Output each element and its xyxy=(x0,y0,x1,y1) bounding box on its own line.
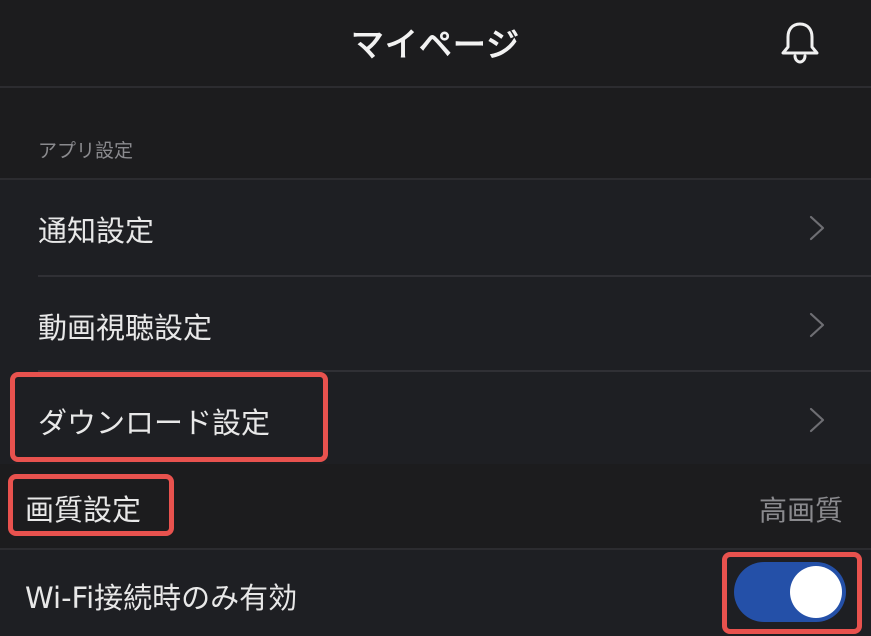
quality-label: 画質設定 xyxy=(25,493,142,527)
bell-icon[interactable] xyxy=(776,18,824,66)
chevron-right-icon xyxy=(809,407,825,433)
settings-item-wifi-only: Wi-Fi接続時のみ有効 xyxy=(0,550,871,636)
chevron-right-icon xyxy=(809,215,825,241)
settings-item-video-viewing[interactable]: 動画視聴設定 xyxy=(0,277,871,371)
toggle-knob xyxy=(790,566,842,618)
chevron-right-icon xyxy=(809,312,825,338)
header-bar: マイページ xyxy=(0,0,871,88)
section-header: アプリ設定 xyxy=(0,88,871,178)
wifi-only-toggle[interactable] xyxy=(734,562,846,622)
settings-item-quality[interactable]: 画質設定 高画質 xyxy=(0,464,871,550)
section-label-app-settings: アプリ設定 xyxy=(38,140,134,162)
settings-item-label: 動画視聴設定 xyxy=(38,311,213,345)
settings-item-label: ダウンロード設定 xyxy=(38,406,271,440)
settings-item-download[interactable]: ダウンロード設定 xyxy=(0,372,871,466)
settings-item-label: 通知設定 xyxy=(38,214,155,248)
settings-item-notifications[interactable]: 通知設定 xyxy=(0,180,871,274)
wifi-only-label: Wi-Fi接続時のみ有効 xyxy=(25,581,298,615)
page-title: マイページ xyxy=(350,25,521,64)
quality-value: 高画質 xyxy=(758,494,843,527)
settings-group: 通知設定 動画視聴設定 ダウンロード設定 xyxy=(0,178,871,466)
